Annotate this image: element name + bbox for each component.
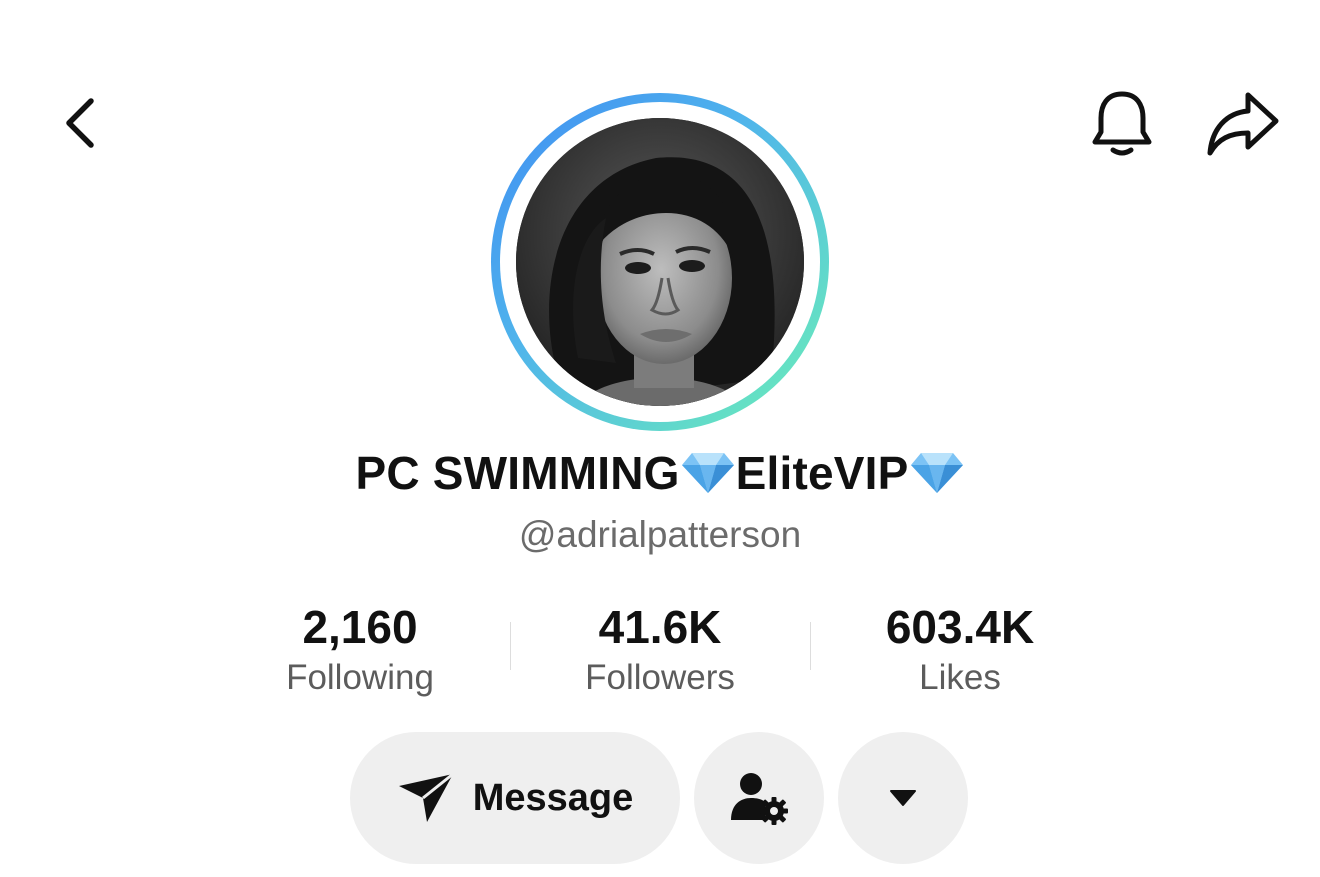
display-name-part-1: PC SWIMMING <box>355 447 680 499</box>
caret-down-icon <box>890 790 916 806</box>
profile-stats: 2,160 Following 41.6K Followers 603.4K L… <box>210 600 1110 704</box>
chevron-left-icon <box>66 98 94 148</box>
display-name-part-2: EliteVIP <box>735 447 909 499</box>
avatar <box>516 118 804 406</box>
message-button-label: Message <box>472 776 634 819</box>
stat-likes[interactable]: 603.4K Likes <box>810 600 1110 700</box>
profile-actions: Message <box>0 732 1320 864</box>
notification-bell-button[interactable] <box>1084 84 1160 164</box>
username: @adrialpatterson <box>518 514 802 555</box>
back-button[interactable] <box>44 88 114 158</box>
share-button[interactable] <box>1200 84 1284 164</box>
stat-value: 603.4K <box>885 601 1035 653</box>
send-icon <box>398 772 454 822</box>
stat-label: Likes <box>919 658 1001 697</box>
share-arrow-icon <box>1207 92 1279 156</box>
stat-value: 41.6K <box>598 601 722 653</box>
friend-settings-button[interactable] <box>694 732 824 864</box>
more-options-button[interactable] <box>838 732 968 864</box>
diamond-icon <box>910 453 963 493</box>
message-button[interactable]: Message <box>350 732 680 864</box>
avatar-ring-gap <box>500 102 820 422</box>
display-name: PC SWIMMING EliteVIP <box>0 446 1320 500</box>
stat-followers[interactable]: 41.6K Followers <box>510 600 810 700</box>
avatar-story-ring[interactable] <box>491 93 829 431</box>
user-settings-icon <box>731 773 788 825</box>
bell-icon <box>1092 91 1152 156</box>
stat-value: 2,160 <box>302 601 418 653</box>
stat-label: Following <box>286 658 434 697</box>
avatar-portrait-image <box>516 118 804 406</box>
stat-following[interactable]: 2,160 Following <box>210 600 510 700</box>
diamond-icon <box>681 453 734 493</box>
stat-label: Followers <box>585 658 735 697</box>
